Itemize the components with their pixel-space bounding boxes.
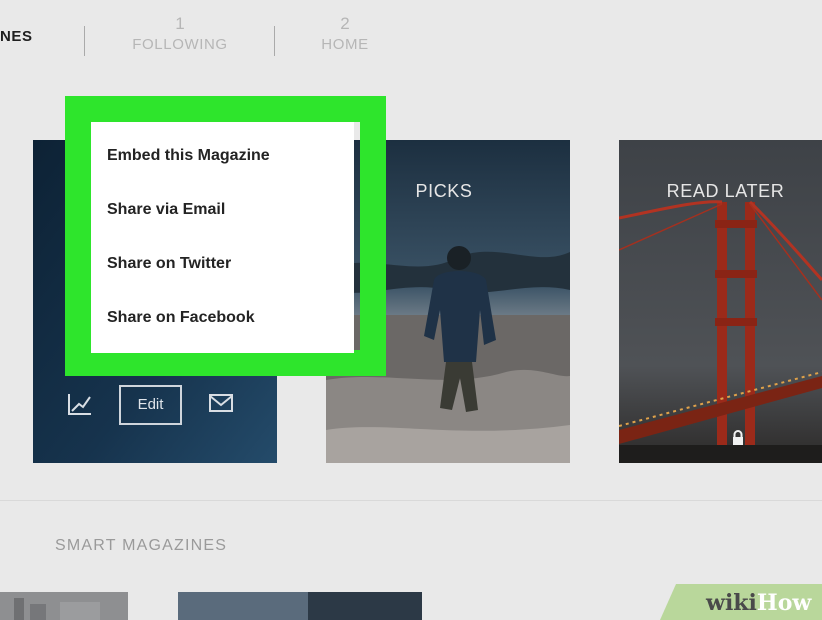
menu-item-share-email[interactable]: Share via Email bbox=[107, 201, 225, 219]
smart-magazine-thumbnail[interactable] bbox=[178, 592, 422, 620]
tab-label: FOLLOWING bbox=[132, 36, 228, 53]
mail-icon[interactable] bbox=[207, 383, 235, 423]
menu-item-embed[interactable]: Embed this Magazine bbox=[107, 147, 270, 165]
section-title: SMART MAGAZINES bbox=[55, 537, 228, 554]
lock-icon bbox=[731, 430, 745, 446]
wikihow-logo: wikiHow bbox=[706, 590, 811, 616]
tab-count: 1 bbox=[175, 14, 185, 33]
magazine-card-read-later[interactable]: READ LATER bbox=[619, 140, 822, 463]
wikihow-logo-wiki: wiki bbox=[706, 590, 757, 616]
section-divider bbox=[0, 500, 822, 501]
edit-button[interactable]: Edit bbox=[119, 385, 182, 425]
card-actions: Edit bbox=[33, 383, 277, 425]
wikihow-logo-how: How bbox=[756, 590, 812, 616]
nav-separator bbox=[84, 26, 85, 56]
nav-separator bbox=[274, 26, 275, 56]
tab-magazines[interactable]: NES bbox=[0, 26, 60, 48]
thumbnail-photo bbox=[178, 592, 422, 620]
top-nav: NES 1 FOLLOWING 2 HOME bbox=[0, 0, 822, 100]
tab-home[interactable]: 2 HOME bbox=[300, 14, 390, 56]
tab-following[interactable]: 1 FOLLOWING bbox=[115, 14, 245, 56]
menu-item-share-twitter[interactable]: Share on Twitter bbox=[107, 255, 231, 273]
tab-count: 2 bbox=[340, 14, 350, 33]
card-title: READ LATER bbox=[666, 181, 785, 201]
stats-icon[interactable] bbox=[67, 383, 93, 423]
thumbnail-photo bbox=[0, 592, 128, 620]
menu-item-share-facebook[interactable]: Share on Facebook bbox=[107, 309, 255, 327]
smart-magazine-thumbnail[interactable] bbox=[0, 592, 128, 620]
share-menu: Embed this Magazine Share via Email Shar… bbox=[91, 122, 354, 353]
tab-label: NES bbox=[0, 28, 33, 45]
tab-label: HOME bbox=[321, 36, 369, 53]
